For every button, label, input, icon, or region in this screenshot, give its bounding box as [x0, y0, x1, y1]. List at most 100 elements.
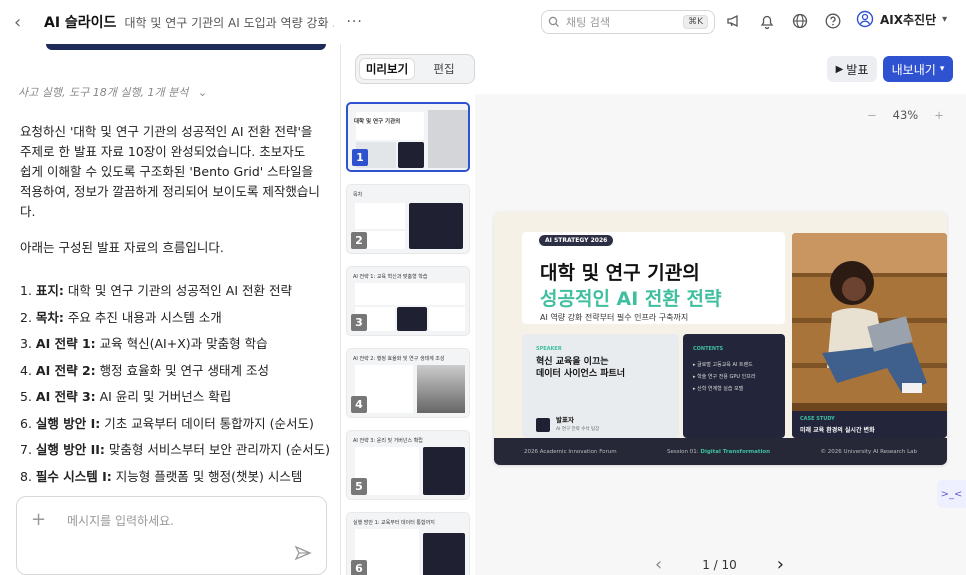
send-icon[interactable]: [294, 544, 312, 562]
thumbnail-title: AI 전략 1: 교육 혁신과 맞춤형 학습: [353, 274, 428, 280]
speaker-role: AI 연구 전략 수석 팀장: [556, 427, 600, 432]
more-options-icon[interactable]: ···: [346, 14, 362, 30]
slide-tag: AI STRATEGY 2026: [539, 235, 614, 246]
list-item: 2. 목차: 주요 추진 내용과 시스템 소개: [20, 309, 222, 325]
title-card: AI STRATEGY 2026 대학 및 연구 기관의 성공적인 AI 전환 …: [522, 232, 785, 324]
slide-title-line2: 성공적인 AI 전환 전략: [540, 288, 722, 310]
thought-summary[interactable]: 사고 실행, 도구 18개 실행, 1개 분석 ⌄: [18, 84, 207, 100]
case-label: CASE STUDY: [800, 416, 835, 422]
slide-title-line1: 대학 및 연구 기관의: [540, 262, 700, 284]
thumbnail-number: 4: [351, 396, 367, 413]
thumbnail-number: 5: [351, 478, 367, 495]
message-input[interactable]: 메시지를 입력하세요.: [67, 512, 174, 529]
slide-outline-list: 1. 표지: 대학 및 연구 기관의 성공적인 AI 전환 전략 2. 목차: …: [20, 280, 330, 492]
user-name: AIX추진단: [880, 12, 937, 27]
page-indicator: 1 / 10: [702, 557, 737, 572]
present-label: 발표: [846, 62, 869, 77]
thumbnail-number: 6: [351, 560, 367, 575]
tab-preview[interactable]: 미리보기: [359, 58, 415, 80]
export-button[interactable]: 내보내기 ▾: [883, 56, 953, 82]
thumbnail-number: 2: [351, 232, 367, 249]
document-title[interactable]: 대학 및 연구 기관의 AI 도입과 역량 강화 ...: [124, 14, 334, 31]
footer-left: 2026 Academic Innovation Forum: [524, 448, 617, 455]
speaker-card: SPEAKER 혁신 교육을 이끄는 데이터 사이언스 파트너 발표자 AI 연…: [522, 334, 679, 438]
search-shortcut: ⌘K: [683, 15, 708, 29]
student-photo: CASE STUDY 미래 교육 환경의 실시간 변화: [792, 233, 947, 438]
contents-label: CONTENTS: [693, 346, 724, 352]
preview-toolbar: ▶ 발표 내보내기 ▾: [475, 44, 966, 94]
app-title: AI 슬라이드: [44, 15, 117, 31]
thumbnail-number: 3: [351, 314, 367, 331]
previous-message-bubble: [46, 44, 326, 50]
zoom-level: 43%: [892, 108, 919, 122]
chevron-down-icon: ▾: [939, 64, 945, 74]
slide-thumbnail-2[interactable]: 목차 2: [346, 184, 470, 254]
plus-icon[interactable]: +: [31, 509, 46, 530]
present-button[interactable]: ▶ 발표: [827, 56, 877, 82]
footer-right: © 2026 University AI Research Lab: [820, 448, 917, 455]
thumbnail-title: AI 전략 3: 윤리 및 거버넌스 확립: [353, 438, 423, 444]
back-arrow-icon[interactable]: ‹: [14, 12, 36, 33]
footer-mid: Session 01: Digital Transformation: [667, 448, 771, 455]
tab-edit[interactable]: 편집: [417, 58, 471, 80]
list-item: 3. AI 전략 1: 교육 혁신(AI+X)과 맞춤형 학습: [20, 336, 268, 351]
code-view-icon[interactable]: >_<: [937, 480, 966, 508]
contents-item: ▸ 산학 연계형 실습 모델: [693, 386, 744, 392]
slide-thumbnail-4[interactable]: AI 전략 2: 행정 효율화 및 연구 생태계 조성 4: [346, 348, 470, 418]
contents-item: ▸ 학술 연구 전용 GPU 인프라: [693, 374, 756, 380]
speaker-label: SPEAKER: [536, 346, 562, 352]
chevron-down-icon: ▾: [942, 13, 948, 25]
thought-summary-text: 사고 실행, 도구 18개 실행, 1개 분석: [18, 86, 189, 99]
export-label: 내보내기: [891, 62, 936, 77]
search-icon: [548, 16, 559, 27]
slide-thumbnail-5[interactable]: AI 전략 3: 윤리 및 거버넌스 확립 5: [346, 430, 470, 500]
megaphone-icon[interactable]: [724, 11, 744, 31]
header-icons: [724, 11, 843, 31]
speaker-avatar-icon: [536, 418, 550, 432]
list-item: 8. 필수 시스템 I: 지능형 플랫폼 및 행정(챗봇) 시스템: [20, 468, 303, 484]
contents-card: CONTENTS ▸ 글로벌 고등교육 AI 트렌드 ▸ 학술 연구 전용 GP…: [683, 334, 785, 438]
zoom-out-icon[interactable]: −: [867, 108, 877, 122]
assistant-message: 요청하신 '대학 및 연구 기관의 성공적인 AI 전환 전략'을 주제로 한 …: [20, 122, 320, 274]
globe-icon[interactable]: [790, 11, 810, 31]
slide-subtitle: AI 역량 강화 전략부터 필수 인프라 구축까지: [540, 313, 689, 322]
list-item: 5. AI 전략 3: AI 윤리 및 거버넌스 확립: [20, 389, 232, 404]
speaker-name: 발표자: [556, 416, 574, 424]
slide-footer: 2026 Academic Innovation Forum Session 0…: [494, 438, 947, 465]
message-composer[interactable]: + 메시지를 입력하세요.: [16, 496, 327, 575]
thumbnail-title: AI 전략 2: 행정 효율화 및 연구 생태계 조성: [353, 356, 445, 362]
zoom-in-icon[interactable]: +: [934, 108, 944, 122]
slide-thumbnail-1[interactable]: 대학 및 연구 기관의 1: [346, 102, 470, 172]
slide-canvas[interactable]: AI STRATEGY 2026 대학 및 연구 기관의 성공적인 AI 전환 …: [494, 212, 947, 465]
zoom-control: − 43% +: [867, 108, 944, 122]
play-icon: ▶: [835, 63, 844, 75]
previous-slide-icon[interactable]: ‹: [655, 554, 662, 575]
user-menu[interactable]: AIX추진단 ▾: [856, 10, 947, 28]
thumbnail-title: 실행 방안 1: 교육부터 데이터 통합까지: [353, 520, 435, 526]
bell-icon[interactable]: [757, 11, 777, 31]
thumbnail-title: 대학 및 연구 기관의: [354, 119, 401, 125]
help-icon[interactable]: [823, 11, 843, 31]
user-avatar-icon: [856, 10, 874, 28]
chat-panel: 사고 실행, 도구 18개 실행, 1개 분석 ⌄ 요청하신 '대학 및 연구 …: [0, 44, 341, 575]
thumbnail-title: 목차: [353, 192, 363, 198]
contents-item: ▸ 글로벌 고등교육 AI 트렌드: [693, 362, 753, 368]
speaker-title-line1: 혁신 교육을 이끄는: [536, 357, 609, 367]
slide-preview-panel: ▶ 발표 내보내기 ▾ − 43% + AI STRATEGY 2026 대학 …: [475, 44, 966, 575]
speaker-title-line2: 데이터 사이언스 파트너: [536, 369, 626, 379]
slide-thumbnail-3[interactable]: AI 전략 1: 교육 혁신과 맞춤형 학습 3: [346, 266, 470, 336]
student-photo-illustration: [792, 233, 947, 438]
next-slide-icon[interactable]: ›: [777, 554, 784, 575]
list-item: 4. AI 전략 2: 행정 효율화 및 연구 생태계 조성: [20, 362, 269, 378]
message-paragraph: 아래는 구성된 발표 자료의 흐름입니다.: [20, 240, 224, 255]
list-item: 7. 실행 방안 II: 맞춤형 서비스부터 보안 관리까지 (순서도): [20, 442, 331, 457]
slide-pager: ‹ 1 / 10 ›: [655, 554, 784, 575]
search-placeholder: 채팅 검색: [566, 16, 610, 29]
slide-thumbnail-6[interactable]: 실행 방안 1: 교육부터 데이터 통합까지 6: [346, 512, 470, 575]
slide-thumbnail-panel: 미리보기 편집 대학 및 연구 기관의 1 목차 2 AI 전략 1: 교육 혁…: [341, 44, 475, 575]
chevron-down-icon: ⌄: [197, 86, 208, 99]
view-mode-toggle: 미리보기 편집: [355, 54, 475, 84]
chat-search[interactable]: 채팅 검색 ⌘K: [541, 10, 715, 34]
thumbnail-number: 1: [352, 149, 368, 166]
message-paragraph: 요청하신 '대학 및 연구 기관의 성공적인 AI 전환 전략'을 주제로 한 …: [20, 124, 320, 219]
